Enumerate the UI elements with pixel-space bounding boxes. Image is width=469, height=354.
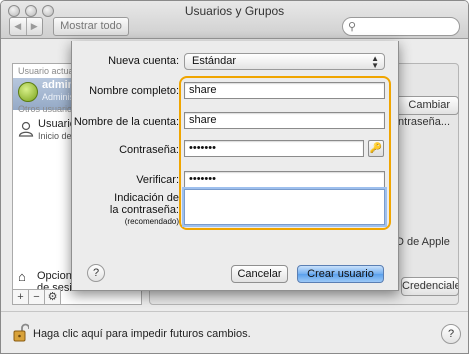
search-icon: ⚲ bbox=[348, 21, 357, 33]
account-name-field[interactable]: share bbox=[184, 112, 385, 129]
sidebar-bottom-buttons: + − ⚙ bbox=[12, 289, 61, 305]
current-user-header: Usuario actual bbox=[18, 66, 76, 76]
other-users-header: Otros usuarios bbox=[18, 104, 77, 114]
sheet-help-button[interactable]: ? bbox=[87, 264, 105, 282]
verify-password-field[interactable]: ••••••• bbox=[184, 171, 385, 188]
password-hint-field[interactable] bbox=[184, 189, 385, 225]
new-account-sheet bbox=[71, 41, 399, 291]
account-type-value: Estándar bbox=[192, 55, 237, 67]
gear-icon[interactable]: ⚙ bbox=[44, 289, 61, 305]
key-icon[interactable]: 🔑 bbox=[368, 140, 384, 157]
admin-name: admin bbox=[42, 79, 75, 91]
password-field[interactable]: ••••••• bbox=[184, 140, 364, 157]
admin-avatar bbox=[18, 82, 38, 102]
users-groups-window: Usuarios y Grupos ◀ ▶ Mostrar todo ⚲ Usu… bbox=[0, 0, 469, 354]
help-button[interactable]: ? bbox=[441, 324, 461, 344]
hint-label-line2: la contraseña: bbox=[109, 204, 179, 216]
add-user-button[interactable]: + bbox=[12, 289, 29, 305]
window-title: Usuarios y Grupos bbox=[184, 4, 285, 18]
apple-id-text: D de Apple bbox=[396, 236, 450, 248]
show-all-button[interactable]: Mostrar todo bbox=[53, 17, 129, 36]
hint-label-line1: Indicación de bbox=[114, 192, 179, 204]
account-name-label: Nombre de la cuenta: bbox=[73, 116, 179, 128]
password-hint-label: Indicación de la contraseña: (recomendad… bbox=[91, 192, 179, 228]
open-lock-icon[interactable] bbox=[13, 323, 29, 343]
search-field[interactable]: ⚲ bbox=[342, 17, 460, 36]
cancel-button[interactable]: Cancelar bbox=[231, 265, 288, 283]
full-name-field[interactable]: share bbox=[184, 82, 385, 99]
password-label: Contraseña: bbox=[119, 144, 179, 156]
verify-label: Verificar: bbox=[136, 174, 179, 186]
credentials-button[interactable]: Credenciales... bbox=[401, 277, 459, 296]
remove-user-button[interactable]: − bbox=[28, 289, 45, 305]
house-icon: ⌂ bbox=[18, 269, 26, 284]
nav-buttons: ◀ ▶ bbox=[9, 17, 43, 36]
title-bar: Usuarios y Grupos ◀ ▶ Mostrar todo ⚲ bbox=[1, 1, 468, 39]
popup-arrows-icon: ▲ ▼ bbox=[371, 54, 379, 70]
forward-arrow-icon[interactable]: ▶ bbox=[25, 18, 43, 35]
guest-user-icon bbox=[18, 121, 34, 137]
back-arrow-icon[interactable]: ◀ bbox=[10, 18, 26, 35]
lock-instruction-text[interactable]: Haga clic aquí para impedir futuros camb… bbox=[33, 328, 251, 340]
new-account-label: Nueva cuenta: bbox=[108, 55, 179, 67]
full-name-label: Nombre completo: bbox=[89, 85, 179, 97]
hint-label-line3: (recomendado) bbox=[124, 217, 179, 226]
create-user-button[interactable]: Crear usuario bbox=[297, 265, 384, 283]
account-type-popup[interactable]: Estándar ▲ ▼ bbox=[184, 53, 385, 70]
